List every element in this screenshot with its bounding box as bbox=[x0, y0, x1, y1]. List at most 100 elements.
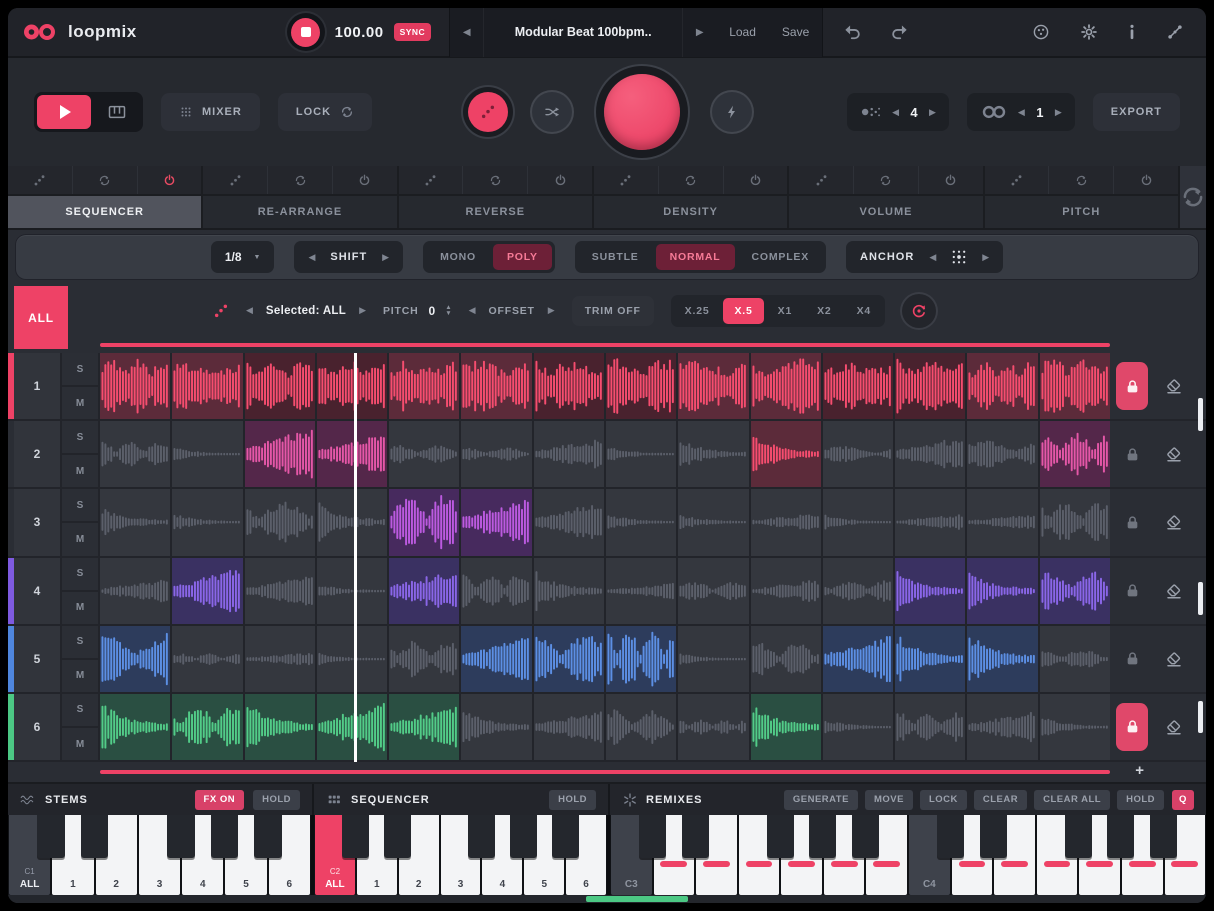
step-cell[interactable] bbox=[461, 489, 531, 555]
step-cell[interactable] bbox=[823, 694, 893, 760]
black-key[interactable] bbox=[510, 815, 537, 858]
lock-button[interactable]: LOCK bbox=[920, 790, 967, 810]
loop-progress-bar[interactable] bbox=[100, 343, 1110, 347]
tab-re-arrange[interactable]: RE-ARRANGE bbox=[203, 196, 396, 228]
mute-button[interactable]: M bbox=[62, 521, 98, 555]
step-cell[interactable] bbox=[389, 489, 459, 555]
mute-button[interactable]: M bbox=[62, 453, 98, 487]
step-cell[interactable] bbox=[172, 626, 242, 692]
tab-volume[interactable]: VOLUME bbox=[789, 196, 982, 228]
step-cell[interactable] bbox=[317, 489, 387, 555]
offset-left-button[interactable]: ◀ bbox=[469, 305, 476, 316]
energy-knob[interactable] bbox=[712, 92, 752, 132]
main-trigger-button[interactable] bbox=[604, 74, 680, 150]
row-number[interactable]: 1 bbox=[14, 353, 62, 419]
row-lock-button[interactable] bbox=[1116, 703, 1148, 751]
add-pattern-button[interactable]: + bbox=[1135, 762, 1144, 780]
step-cell[interactable] bbox=[895, 353, 965, 419]
black-key[interactable] bbox=[468, 815, 495, 858]
module-sync-icon[interactable] bbox=[854, 166, 919, 194]
quantize-button[interactable]: Q bbox=[1172, 790, 1194, 810]
row-erase-button[interactable] bbox=[1154, 626, 1194, 692]
selected-next-button[interactable]: ▶ bbox=[359, 305, 366, 316]
module-power-icon[interactable] bbox=[528, 166, 592, 194]
step-cell[interactable] bbox=[895, 626, 965, 692]
step-cell[interactable] bbox=[172, 421, 242, 487]
step-cell[interactable] bbox=[389, 558, 459, 624]
step-cell[interactable] bbox=[967, 626, 1037, 692]
step-cell[interactable] bbox=[245, 353, 315, 419]
stop-button[interactable] bbox=[287, 13, 325, 51]
sync-toggle[interactable]: SYNC bbox=[394, 23, 432, 41]
solo-button[interactable]: S bbox=[62, 489, 98, 521]
move-button[interactable]: MOVE bbox=[865, 790, 913, 810]
solo-button[interactable]: S bbox=[62, 694, 98, 726]
row-number[interactable]: 2 bbox=[14, 421, 62, 487]
step-cell[interactable] bbox=[317, 626, 387, 692]
step-cell[interactable] bbox=[461, 421, 531, 487]
option-x2[interactable]: X2 bbox=[806, 298, 842, 324]
module-route-icon[interactable] bbox=[594, 166, 659, 194]
option-x-25[interactable]: X.25 bbox=[674, 298, 721, 324]
shuffle-knob[interactable] bbox=[532, 92, 572, 132]
black-key[interactable] bbox=[1150, 815, 1177, 858]
anchor-left-button[interactable]: ◀ bbox=[929, 252, 936, 263]
preset-prev-button[interactable]: ◀ bbox=[450, 8, 484, 57]
option-x4[interactable]: X4 bbox=[846, 298, 882, 324]
mixer-button[interactable]: MIXER bbox=[161, 93, 260, 131]
module-sync-icon[interactable] bbox=[463, 166, 528, 194]
step-cell[interactable] bbox=[1040, 489, 1110, 555]
loop-prev-button[interactable]: ◀ bbox=[1018, 107, 1025, 118]
redo-icon[interactable] bbox=[889, 22, 909, 42]
row-lock-button[interactable] bbox=[1121, 648, 1143, 670]
play-button[interactable] bbox=[37, 95, 91, 129]
pattern-prev-button[interactable]: ◀ bbox=[892, 107, 899, 118]
step-cell[interactable] bbox=[895, 421, 965, 487]
retrigger-button[interactable] bbox=[902, 294, 936, 328]
black-key[interactable] bbox=[167, 815, 195, 858]
load-button[interactable]: Load bbox=[716, 8, 769, 57]
step-cell[interactable] bbox=[245, 694, 315, 760]
step-cell[interactable] bbox=[823, 421, 893, 487]
step-cell[interactable] bbox=[100, 626, 170, 692]
step-cell[interactable] bbox=[967, 558, 1037, 624]
solo-button[interactable]: S bbox=[62, 421, 98, 453]
variation-knob[interactable] bbox=[468, 92, 508, 132]
anchor-position-icon[interactable] bbox=[951, 249, 967, 265]
step-cell[interactable] bbox=[678, 694, 748, 760]
step-cell[interactable] bbox=[317, 421, 387, 487]
step-cell[interactable] bbox=[245, 626, 315, 692]
step-cell[interactable] bbox=[1040, 694, 1110, 760]
black-key[interactable] bbox=[852, 815, 879, 858]
generate-button[interactable]: GENERATE bbox=[784, 790, 858, 810]
black-key[interactable] bbox=[37, 815, 65, 858]
option-x-5[interactable]: X.5 bbox=[723, 298, 763, 324]
select-all-block[interactable]: ALL bbox=[14, 286, 68, 349]
step-cell[interactable] bbox=[172, 558, 242, 624]
step-cell[interactable] bbox=[678, 558, 748, 624]
step-cell[interactable] bbox=[606, 558, 676, 624]
shift-right-button[interactable]: ▶ bbox=[382, 252, 389, 263]
row-erase-button[interactable] bbox=[1154, 421, 1194, 487]
modules-sync-button[interactable] bbox=[1180, 166, 1206, 228]
step-cell[interactable] bbox=[461, 558, 531, 624]
step-cell[interactable] bbox=[317, 558, 387, 624]
tab-density[interactable]: DENSITY bbox=[594, 196, 787, 228]
selected-prev-button[interactable]: ◀ bbox=[246, 305, 253, 316]
step-cell[interactable] bbox=[678, 353, 748, 419]
step-cell[interactable] bbox=[1040, 353, 1110, 419]
option-complex[interactable]: COMPLEX bbox=[738, 244, 824, 270]
step-cell[interactable] bbox=[895, 558, 965, 624]
export-button[interactable]: EXPORT bbox=[1093, 93, 1180, 131]
save-button[interactable]: Save bbox=[769, 8, 822, 57]
step-cell[interactable] bbox=[751, 353, 821, 419]
black-key[interactable] bbox=[767, 815, 794, 858]
shift-left-button[interactable]: ◀ bbox=[308, 252, 315, 263]
row-number[interactable]: 4 bbox=[14, 558, 62, 624]
step-cell[interactable] bbox=[100, 421, 170, 487]
black-key[interactable] bbox=[211, 815, 239, 858]
step-cell[interactable] bbox=[606, 489, 676, 555]
undo-icon[interactable] bbox=[843, 22, 863, 42]
solo-button[interactable]: S bbox=[62, 626, 98, 658]
step-cell[interactable] bbox=[678, 421, 748, 487]
